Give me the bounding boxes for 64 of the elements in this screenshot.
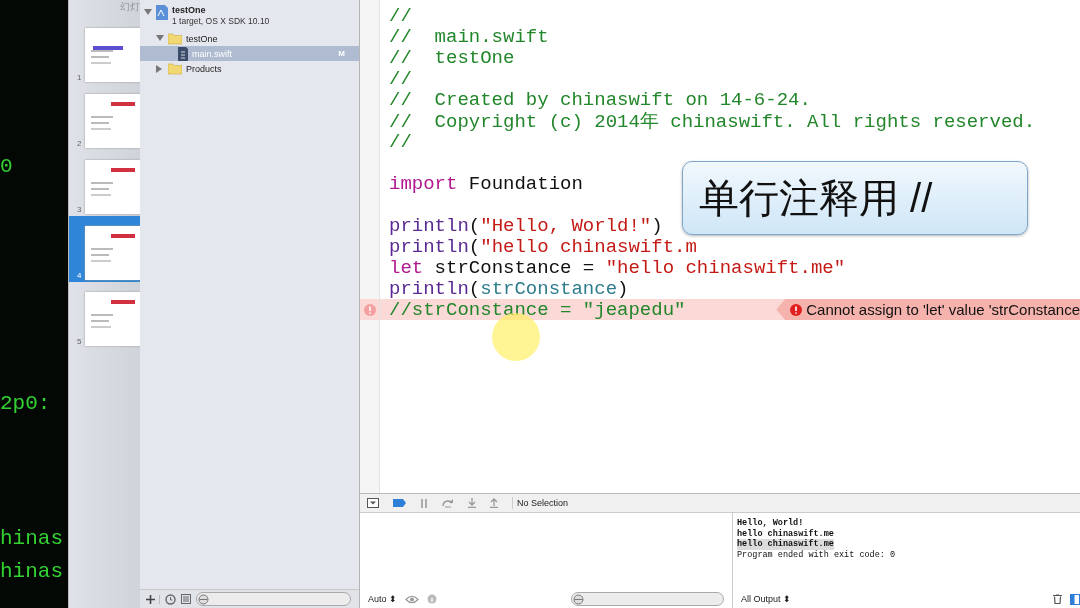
folder-item[interactable]: Products [140,61,359,76]
folder-item[interactable]: testOne [140,31,359,46]
filter-field[interactable] [196,592,351,606]
swift-file-icon [178,46,188,61]
filter-field[interactable] [571,592,724,606]
code-line: //strConstance = "jeapedu" [389,298,686,321]
console-line: Program ended with exit code: 0 [737,549,896,560]
code-line: import Foundation [389,172,583,195]
slide-thumbnail[interactable] [85,226,140,280]
step-out-icon[interactable] [490,498,498,508]
slide-item[interactable]: 1 [69,18,140,84]
error-message: Cannot assign to 'let' value 'strConstance [776,299,1080,320]
terminal-line: hinas [0,559,64,585]
slide-item[interactable]: 5 [69,282,140,348]
code-line: // Created by chinaswift on 14-6-24. [389,88,811,111]
slide-number: 4 [77,271,82,280]
terminal-line: 2p0: [0,391,52,417]
filter-icon [198,593,209,605]
slide-item[interactable]: 2 [69,84,140,150]
output-popup[interactable]: All Output ⬍ [741,594,792,604]
code-line: println("Hello, World!") [389,214,663,237]
code-line: println(strConstance) [389,277,629,300]
grid-icon[interactable] [181,594,191,604]
console-line: hello chinaswift.me [737,528,834,539]
add-icon[interactable] [146,594,160,604]
slide-thumbnail[interactable] [85,292,140,346]
project-icon [156,5,168,20]
slide-thumbnail[interactable] [85,28,140,82]
slide-number: 1 [77,73,82,82]
code-line: println("hello chinaswift.m [389,235,697,258]
clock-icon[interactable] [165,593,176,605]
panel-title: 幻灯 [120,0,140,14]
code-line: // [389,67,412,90]
hide-panel-icon[interactable] [367,498,379,508]
trash-icon[interactable] [1053,594,1062,604]
error-icon [790,303,803,316]
terminal-line: hinas [0,526,64,552]
slide-item[interactable]: 3 [69,150,140,216]
slide-number: 5 [77,337,82,346]
slide-thumbnail[interactable] [85,94,140,148]
panel-icon[interactable] [1070,593,1080,605]
slide-thumbnail[interactable] [85,160,140,214]
slide-item[interactable]: 4 [69,216,140,282]
caption-callout: 单行注释用 // [682,161,1028,235]
cursor-highlight [492,313,540,361]
breakpoint-icon[interactable] [393,499,406,507]
code-line: // [389,4,412,27]
eye-icon[interactable] [405,594,419,604]
filter-icon [573,593,584,605]
code-line: // testOne [389,46,515,69]
step-into-icon[interactable] [468,498,476,508]
project-subtitle: 1 target, OS X SDK 10.10 [172,16,270,27]
terminal-line: 0 [0,154,14,180]
slide-number: 3 [77,205,82,214]
status-label: M [338,49,345,58]
code-line: // main.swift [389,25,549,48]
disclosure-icon[interactable] [144,9,152,17]
step-over-icon[interactable] [442,498,454,508]
selection-label: No Selection [517,498,569,508]
code-line: let strConstance = "hello chinaswift.me" [389,256,846,279]
slide-number: 2 [77,139,82,148]
project-name[interactable]: testOne [172,5,270,16]
scope-popup[interactable]: Auto ⬍ [368,594,397,604]
console-line: Hello, World! [737,518,804,529]
